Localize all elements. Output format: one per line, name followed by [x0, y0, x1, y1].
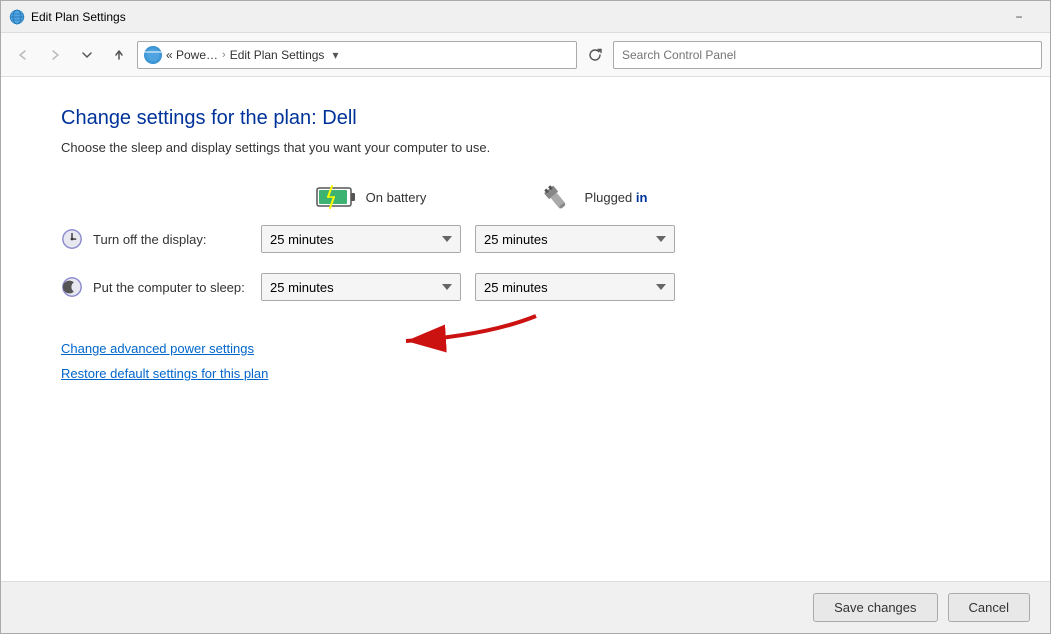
forward-button[interactable] [41, 41, 69, 69]
address-bar: « Powe… › Edit Plan Settings ▾ [1, 33, 1050, 77]
display-label: Turn off the display: [61, 228, 261, 250]
sleep-label: Put the computer to sleep: [61, 276, 261, 298]
refresh-button[interactable] [581, 41, 609, 69]
breadcrumb-icon [144, 46, 162, 64]
display-setting-label: Turn off the display: [93, 232, 206, 247]
window-title: Edit Plan Settings [31, 10, 996, 24]
sleep-dropdowns: 25 minutes 1 minute 2 minutes 5 minutes … [261, 273, 675, 301]
advanced-settings-link[interactable]: Change advanced power settings [61, 341, 990, 356]
display-dropdowns: 25 minutes 1 minute 2 minutes 5 minutes … [261, 225, 675, 253]
plug-icon [535, 183, 575, 211]
page-title: Change settings for the plan: Dell [61, 107, 990, 130]
battery-icon [316, 183, 356, 211]
red-arrow-annotation [346, 306, 546, 366]
plugged-in-label: Plugged in [585, 190, 648, 205]
window-controls: − [996, 1, 1042, 33]
sleep-setting-label: Put the computer to sleep: [93, 280, 245, 295]
breadcrumb-current: Edit Plan Settings [230, 48, 325, 62]
bottom-bar: Save changes Cancel [1, 581, 1050, 633]
breadcrumb-separator: › [222, 49, 226, 61]
app-icon [9, 9, 25, 25]
links-section: Change advanced power settings Restore d… [61, 341, 990, 381]
dropdown-recent-button[interactable] [73, 41, 101, 69]
plugged-in-header: Plugged in [481, 183, 701, 211]
address-path[interactable]: « Powe… › Edit Plan Settings ▾ [137, 41, 577, 69]
on-battery-header: On battery [261, 183, 481, 211]
on-battery-label: On battery [366, 190, 427, 205]
sleep-icon [61, 276, 83, 298]
breadcrumb-parent: « Powe… [166, 48, 218, 62]
restore-defaults-link[interactable]: Restore default settings for this plan [61, 366, 990, 381]
main-content: Change settings for the plan: Dell Choos… [1, 77, 1050, 581]
minimize-button[interactable]: − [996, 1, 1042, 33]
up-button[interactable] [105, 41, 133, 69]
search-input[interactable] [613, 41, 1042, 69]
sleep-plugged-dropdown[interactable]: 25 minutes 1 minute 2 minutes 5 minutes … [475, 273, 675, 301]
back-button[interactable] [9, 41, 37, 69]
display-plugged-dropdown[interactable]: 25 minutes 1 minute 2 minutes 5 minutes … [475, 225, 675, 253]
sleep-battery-dropdown[interactable]: 25 minutes 1 minute 2 minutes 5 minutes … [261, 273, 461, 301]
sleep-setting-row: Put the computer to sleep: 25 minutes 1 … [61, 273, 990, 301]
breadcrumb-dropdown[interactable]: ▾ [332, 48, 338, 62]
column-headers: On battery Plugged in [61, 183, 990, 211]
cancel-button[interactable]: Cancel [948, 593, 1030, 622]
window: Edit Plan Settings − « Powe… › Edit Plan… [0, 0, 1051, 634]
display-icon [61, 228, 83, 250]
display-setting-row: Turn off the display: 25 minutes 1 minut… [61, 225, 990, 253]
page-subtitle: Choose the sleep and display settings th… [61, 140, 990, 155]
save-changes-button[interactable]: Save changes [813, 593, 937, 622]
title-bar: Edit Plan Settings − [1, 1, 1050, 33]
display-battery-dropdown[interactable]: 25 minutes 1 minute 2 minutes 5 minutes … [261, 225, 461, 253]
